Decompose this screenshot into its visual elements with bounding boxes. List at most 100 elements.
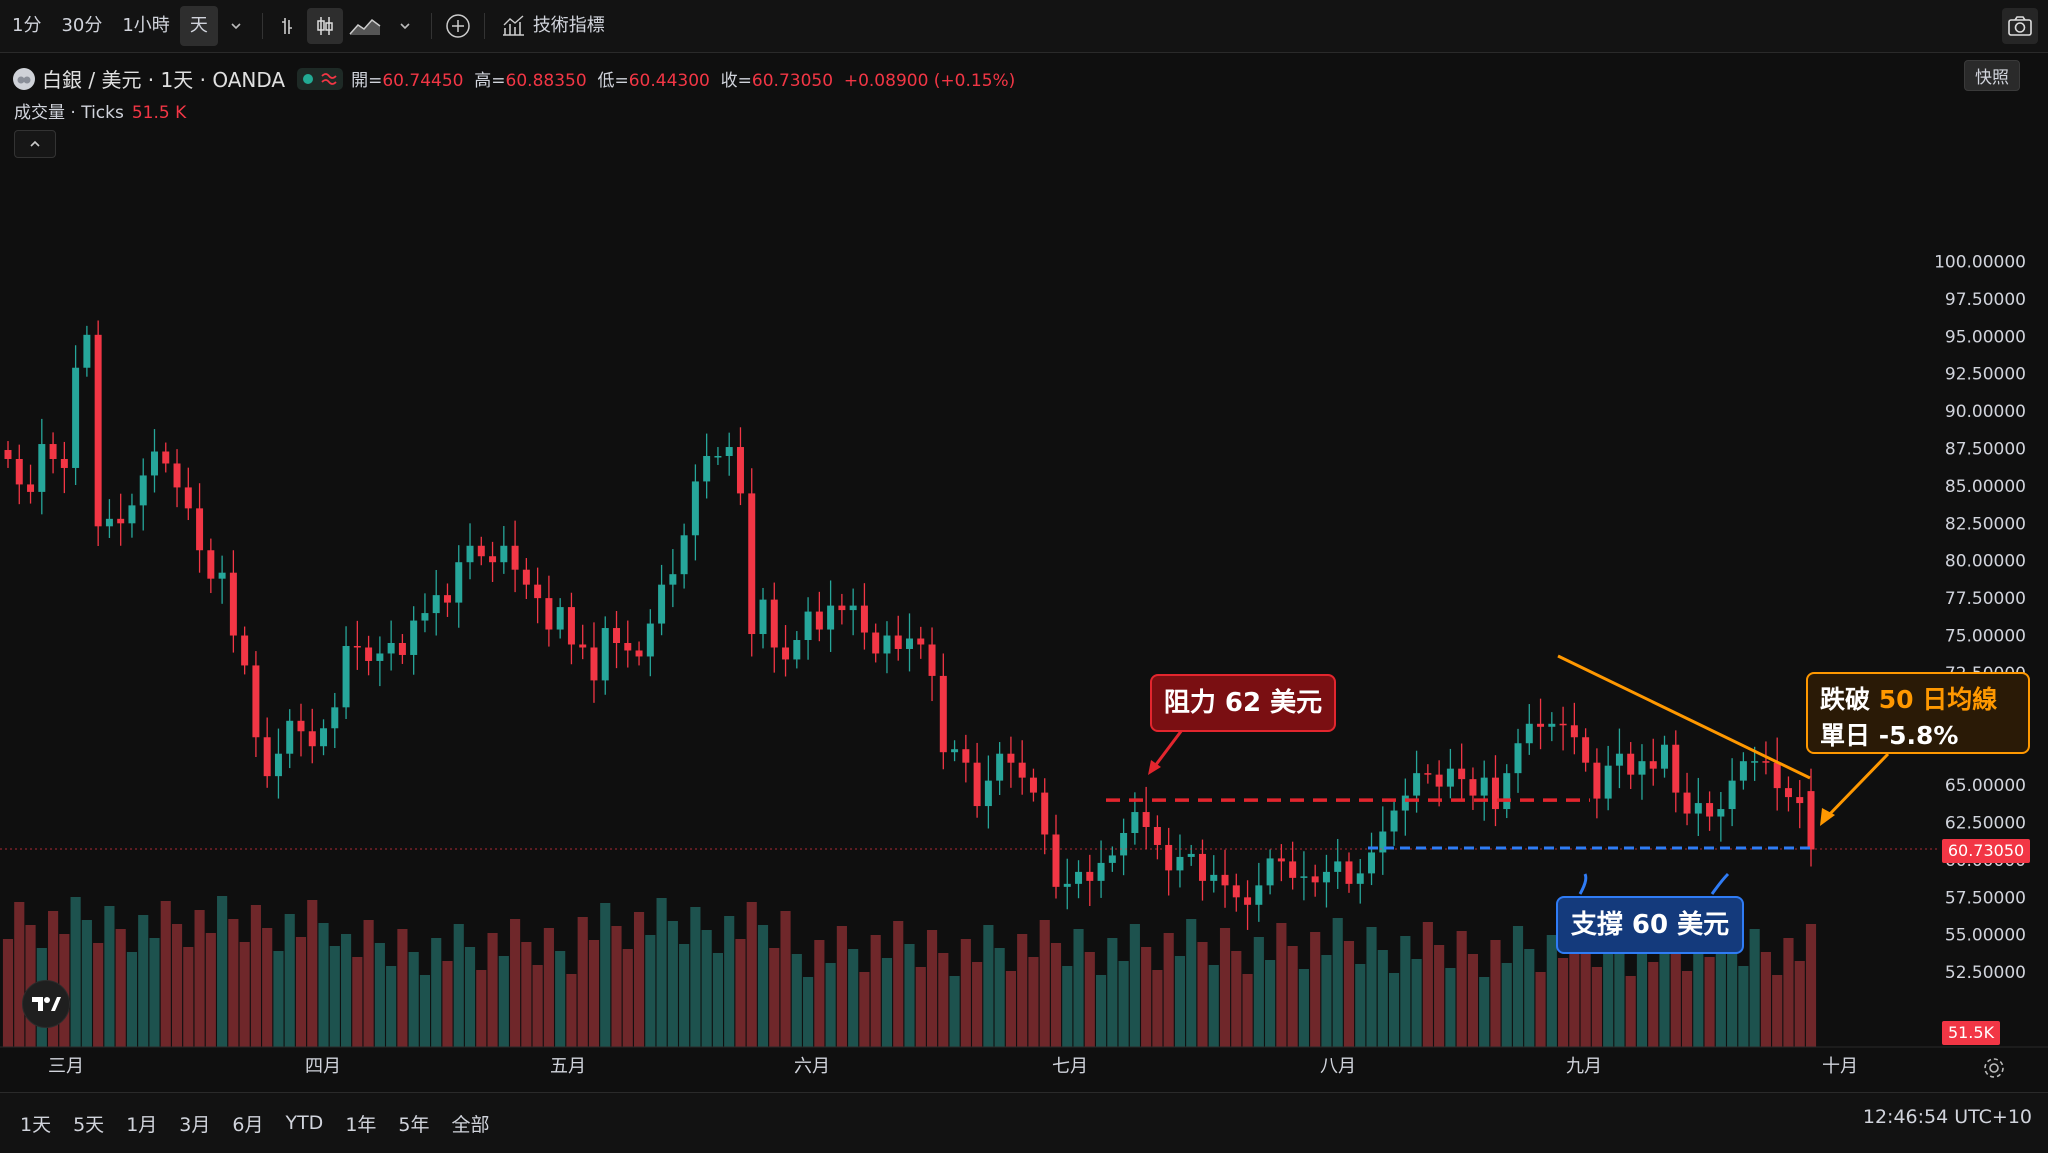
candle-body <box>241 635 249 666</box>
area-chart-icon[interactable] <box>343 8 387 44</box>
add-icon[interactable] <box>440 8 476 44</box>
candle-body <box>1300 876 1308 878</box>
volume-bar <box>1208 965 1219 1047</box>
candle-body <box>962 749 970 763</box>
candle-body <box>1142 812 1150 828</box>
volume-bar <box>1772 975 1783 1047</box>
volume-bar <box>1107 938 1118 1047</box>
candle-body <box>489 556 497 563</box>
y-tick-label: 90.00000 <box>1945 402 2026 422</box>
volume-bar <box>1005 971 1016 1047</box>
silver-coin-icon <box>13 67 35 90</box>
candle-body <box>939 675 947 753</box>
open-value: 60.74450 <box>382 71 464 91</box>
candle-body <box>117 518 125 524</box>
volume-bar <box>1670 948 1681 1047</box>
candle-body <box>365 647 373 661</box>
range-6m[interactable]: 6月 <box>222 1110 275 1137</box>
candle-body <box>917 638 925 645</box>
close-label: 收 <box>720 71 738 91</box>
range-5d[interactable]: 5天 <box>63 1110 116 1137</box>
candle-body <box>556 607 564 630</box>
x-tick-label: 八月 <box>1320 1056 1356 1077</box>
y-tick-label: 92.50000 <box>1945 365 2026 385</box>
candle-body <box>1739 761 1747 781</box>
range-1y[interactable]: 1年 <box>335 1110 388 1137</box>
settings-icon[interactable] <box>1982 1056 2006 1080</box>
volume-bar <box>994 948 1005 1047</box>
candle-body <box>1469 779 1477 796</box>
candle-body <box>1593 762 1601 799</box>
candle-body <box>1322 871 1330 883</box>
volume-bar <box>577 917 588 1047</box>
bottom-toolbar: 1天 5天 1月 3月 6月 YTD 1年 5年 全部 <box>0 1092 2048 1153</box>
indicators-icon[interactable] <box>495 8 531 44</box>
chevron-down-icon[interactable] <box>218 8 254 44</box>
clock[interactable]: 12:46:54 UTC+10 <box>1863 1106 2032 1128</box>
close-value: 60.73050 <box>751 71 834 91</box>
candle-body <box>477 545 485 557</box>
candle-body <box>1706 803 1714 817</box>
candle-body <box>567 607 575 645</box>
y-tick-label: 55.00000 <box>1945 926 2026 946</box>
indicators-button[interactable]: 技術指標 <box>531 6 615 46</box>
chevron-down-icon[interactable] <box>387 8 423 44</box>
candle-body <box>883 635 891 654</box>
interval-30m[interactable]: 30分 <box>51 6 112 46</box>
break-pointer <box>1824 752 1890 820</box>
range-5y[interactable]: 5年 <box>388 1110 441 1137</box>
interval-1d[interactable]: 天 <box>179 6 218 46</box>
range-1d[interactable]: 1天 <box>10 1110 63 1137</box>
y-tick-label: 85.00000 <box>1945 477 2026 497</box>
candle-body <box>984 780 992 807</box>
interval-1m[interactable]: 1分 <box>2 6 51 46</box>
market-status-icon[interactable] <box>297 67 344 90</box>
volume-bar <box>1681 971 1693 1047</box>
candle-body <box>1029 777 1037 793</box>
volume-bar <box>1400 936 1411 1047</box>
candle-body <box>1480 777 1488 796</box>
bar-style-icon[interactable] <box>271 8 307 44</box>
tradingview-logo[interactable] <box>22 980 70 1028</box>
volume-bar <box>171 924 183 1047</box>
volume-bar <box>543 928 554 1047</box>
volume-bar <box>1546 935 1557 1047</box>
range-3m[interactable]: 3月 <box>169 1110 222 1137</box>
x-tick-label: 五月 <box>550 1056 586 1077</box>
candle-body <box>1277 858 1285 862</box>
divider <box>430 13 432 39</box>
interval-1h[interactable]: 1小時 <box>112 6 179 46</box>
candle-body <box>1717 809 1725 817</box>
volume-bar <box>1141 947 1152 1047</box>
symbol-title[interactable]: 白銀 / 美元 · 1天 · OANDA <box>42 64 285 93</box>
volume-bar <box>746 902 757 1047</box>
candle-body <box>951 749 959 753</box>
y-tick-label: 97.50000 <box>1945 290 2026 310</box>
volume-bar <box>453 924 464 1047</box>
support-pointer-right <box>1710 872 1730 895</box>
candle-body <box>770 599 778 648</box>
volume-bar <box>81 920 92 1047</box>
collapse-button[interactable] <box>14 130 56 158</box>
range-all[interactable]: 全部 <box>442 1110 502 1137</box>
volume-bar <box>1253 937 1264 1047</box>
volume-bar <box>622 949 633 1047</box>
volume-bar <box>893 921 904 1047</box>
candle-body <box>624 643 632 651</box>
candle-body <box>1762 761 1770 763</box>
x-tick-label: 六月 <box>794 1056 830 1077</box>
candlestick-icon[interactable] <box>306 8 343 44</box>
candle-body <box>83 334 91 368</box>
candle-body <box>748 493 756 635</box>
range-ytd[interactable]: YTD <box>275 1112 335 1134</box>
volume-bar <box>307 900 318 1047</box>
range-1m[interactable]: 1月 <box>116 1110 169 1137</box>
volume-bar <box>679 944 690 1047</box>
last-price-label: 60.73050 <box>1942 839 2030 863</box>
candle-body <box>894 635 902 649</box>
y-tick-label: 65.00000 <box>1945 776 2026 796</box>
camera-icon[interactable] <box>2002 8 2038 44</box>
y-tick-label: 87.50000 <box>1945 440 2026 460</box>
volume-bar <box>93 943 104 1047</box>
volume-name[interactable]: 成交量 · Ticks <box>14 103 124 123</box>
